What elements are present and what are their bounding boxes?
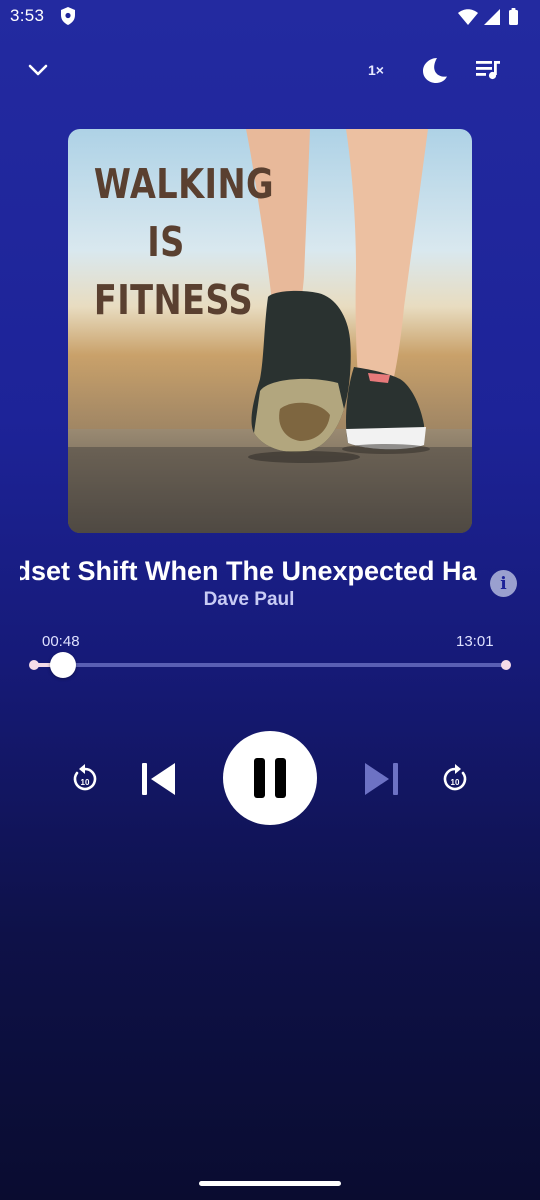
info-icon: i <box>500 573 507 594</box>
seek-bar-end-marker <box>501 660 511 670</box>
seek-bar[interactable] <box>34 663 506 667</box>
forward-seconds-label: 10 <box>451 778 460 787</box>
track-artist: Dave Paul <box>203 589 295 610</box>
album-artwork: WALKING IS FITNESS <box>68 129 472 533</box>
collapse-player-button[interactable] <box>20 52 56 88</box>
home-indicator[interactable] <box>199 1181 341 1186</box>
track-title: Mindset Shift When The Unexpected Happen… <box>20 556 478 586</box>
chevron-down-icon <box>28 64 48 76</box>
status-bar: 3:53 <box>0 0 540 34</box>
info-button[interactable]: i <box>490 570 517 597</box>
seek-bar-start-marker <box>29 660 39 670</box>
playlist-icon <box>476 61 500 80</box>
forward-10-icon: 10 <box>443 764 467 791</box>
status-icons <box>458 8 518 25</box>
track-title-container: Mindset Shift When The Unexpected Happen… <box>20 553 478 591</box>
replay-10-icon: 10 <box>73 764 97 791</box>
artwork-title-text: WALKING IS FITNESS <box>93 155 275 329</box>
queue-button[interactable] <box>468 50 508 90</box>
artwork-title-line-2: IS <box>147 218 185 266</box>
elapsed-time: 00:48 <box>42 633 80 650</box>
rewind-seconds-label: 10 <box>81 778 90 787</box>
artwork-title-line-1: WALKING <box>93 160 275 208</box>
skip-previous-icon <box>142 763 175 795</box>
next-button[interactable] <box>360 757 404 801</box>
signal-icon <box>484 9 500 25</box>
artwork-title-line-3: FITNESS <box>93 276 254 324</box>
play-pause-button[interactable] <box>223 731 317 825</box>
forward-10-button[interactable]: 10 <box>436 759 474 797</box>
sleep-timer-button[interactable] <box>414 50 454 90</box>
pause-icon <box>254 758 286 798</box>
wifi-icon <box>458 9 478 25</box>
shield-icon <box>61 7 75 25</box>
skip-next-icon <box>365 763 398 795</box>
status-time: 3:53 <box>10 6 45 25</box>
playback-speed-button[interactable]: 1× <box>356 52 396 88</box>
seek-thumb[interactable] <box>49 652 76 678</box>
rewind-10-button[interactable]: 10 <box>66 759 104 797</box>
battery-icon <box>509 8 518 25</box>
total-time: 13:01 <box>456 633 494 650</box>
moon-icon <box>423 58 447 83</box>
previous-button[interactable] <box>136 757 180 801</box>
